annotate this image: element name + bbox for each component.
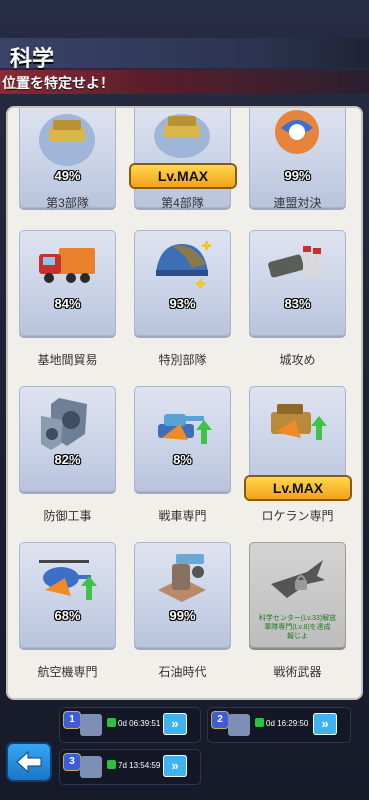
subtitle-text: 位置を特定せよ！ xyxy=(2,75,114,91)
back-button[interactable] xyxy=(8,744,50,780)
progress-percent: 8% xyxy=(173,452,192,467)
progress-percent: 99% xyxy=(284,168,311,183)
rocket-launcher-icon xyxy=(268,246,321,278)
research-queue-1[interactable]: 1 0d 06:39:51 » xyxy=(60,708,200,742)
queue-thumbnail xyxy=(80,714,102,736)
science-panel: 49% 第3部隊 Lv.MAX 第4部隊 99% 連盟対決 84% 基地間貿易 … xyxy=(8,108,361,698)
science-grid: 49% 第3部隊 Lv.MAX 第4部隊 99% 連盟対決 84% 基地間貿易 … xyxy=(8,108,361,698)
title-bar xyxy=(0,38,369,68)
science-card-4th-squad[interactable] xyxy=(134,108,231,208)
science-card-fortification[interactable]: 82% xyxy=(19,386,116,492)
special-helmet-icon xyxy=(156,241,211,288)
science-card-label: 戦術武器 xyxy=(273,665,322,679)
timer-icon xyxy=(107,760,116,769)
science-card-tactical-weapon[interactable]: 科学センター(Lv.33)解放 軍隊専門(Lv.8)を達成 報じよ xyxy=(249,542,346,648)
fast-forward-icon[interactable]: » xyxy=(163,755,187,777)
tank-upgrade-icon xyxy=(158,414,212,444)
research-queue-2[interactable]: 2 0d 16:29:50 » xyxy=(208,708,350,742)
progress-percent: 68% xyxy=(54,608,81,623)
science-card-special-forces[interactable]: 93% xyxy=(134,230,231,336)
fast-forward-icon[interactable]: » xyxy=(163,713,187,735)
tank-squad-icon xyxy=(39,114,95,166)
queue-time-text: 0d 06:39:51 xyxy=(118,719,161,728)
fast-forward-icon[interactable]: » xyxy=(313,713,337,735)
progress-percent: 99% xyxy=(169,608,196,623)
queue-timer: 0d 06:39:51 xyxy=(107,718,160,730)
subtitle-banner: 位置を特定せよ！ xyxy=(0,70,369,94)
queue-thumbnail xyxy=(80,756,102,778)
progress-percent: 82% xyxy=(54,452,81,467)
science-card-siege[interactable]: 83% xyxy=(249,230,346,336)
alliance-duel-icon xyxy=(275,110,319,154)
science-card-alliance-duel[interactable]: 99% xyxy=(249,108,346,208)
queue-number: 2 xyxy=(212,712,228,728)
science-card-tank-specialty[interactable]: 8% xyxy=(134,386,231,492)
queue-thumbnail xyxy=(228,714,250,736)
science-card-label: 戦車専門 xyxy=(158,509,207,523)
science-card-label: 石油時代 xyxy=(158,665,207,679)
timer-icon xyxy=(255,718,264,727)
rocket-launcher-upgrade-icon xyxy=(271,404,327,440)
queue-timer: 0d 16:29:50 xyxy=(255,718,308,730)
queue-number: 3 xyxy=(64,754,80,770)
progress-percent: 93% xyxy=(169,296,196,311)
progress-percent: 49% xyxy=(54,168,81,183)
science-card-label: 第3部隊 xyxy=(46,196,89,210)
level-max-badge: Lv.MAX xyxy=(246,477,350,499)
science-card-label: 城攻め xyxy=(279,353,316,367)
queue-time-text: 7d 13:54:59 xyxy=(118,761,161,770)
science-card-label: 第4部隊 xyxy=(161,196,204,210)
science-card-oil-age[interactable]: 99% xyxy=(134,542,231,648)
shield-gear-icon xyxy=(41,398,87,450)
science-card-label: 特別部隊 xyxy=(158,353,207,367)
tank-squad-icon xyxy=(154,114,210,158)
timer-icon xyxy=(107,718,116,727)
progress-percent: 84% xyxy=(54,296,81,311)
science-card-label: 基地間貿易 xyxy=(37,353,98,367)
science-card-base-trade[interactable]: 84% xyxy=(19,230,116,336)
science-card-label: ロケラン専門 xyxy=(261,509,334,523)
back-arrow-icon xyxy=(16,750,42,774)
progress-percent: 83% xyxy=(284,296,311,311)
helicopter-upgrade-icon xyxy=(39,560,97,600)
unlock-requirement-1: 科学センター(Lv.33)解放 xyxy=(258,615,337,622)
page-title: 科学 xyxy=(10,46,55,71)
science-card-label: 航空機専門 xyxy=(37,665,98,679)
truck-icon xyxy=(39,248,95,283)
header: 科学 位置を特定せよ！ xyxy=(0,38,369,98)
queue-number: 1 xyxy=(64,712,80,728)
fighter-jet-locked-icon xyxy=(271,560,325,598)
queue-timer: 7d 13:54:59 xyxy=(107,760,160,772)
level-max-badge: Lv.MAX xyxy=(131,165,235,187)
queue-time-text: 0d 16:29:50 xyxy=(266,719,309,728)
science-card-label: 防御工事 xyxy=(43,509,92,523)
unlock-requirement-3: 報じよ xyxy=(287,633,308,640)
unlock-requirement-2: 軍隊専門(Lv.8)を達成 xyxy=(264,624,331,631)
research-queue-3[interactable]: 3 7d 13:54:59 » xyxy=(60,750,200,784)
science-card-3rd-squad[interactable]: 49% xyxy=(19,108,116,208)
oil-pump-icon xyxy=(158,554,206,602)
science-card-label: 連盟対決 xyxy=(273,196,322,210)
science-card-aircraft-specialty[interactable]: 68% xyxy=(19,542,116,648)
